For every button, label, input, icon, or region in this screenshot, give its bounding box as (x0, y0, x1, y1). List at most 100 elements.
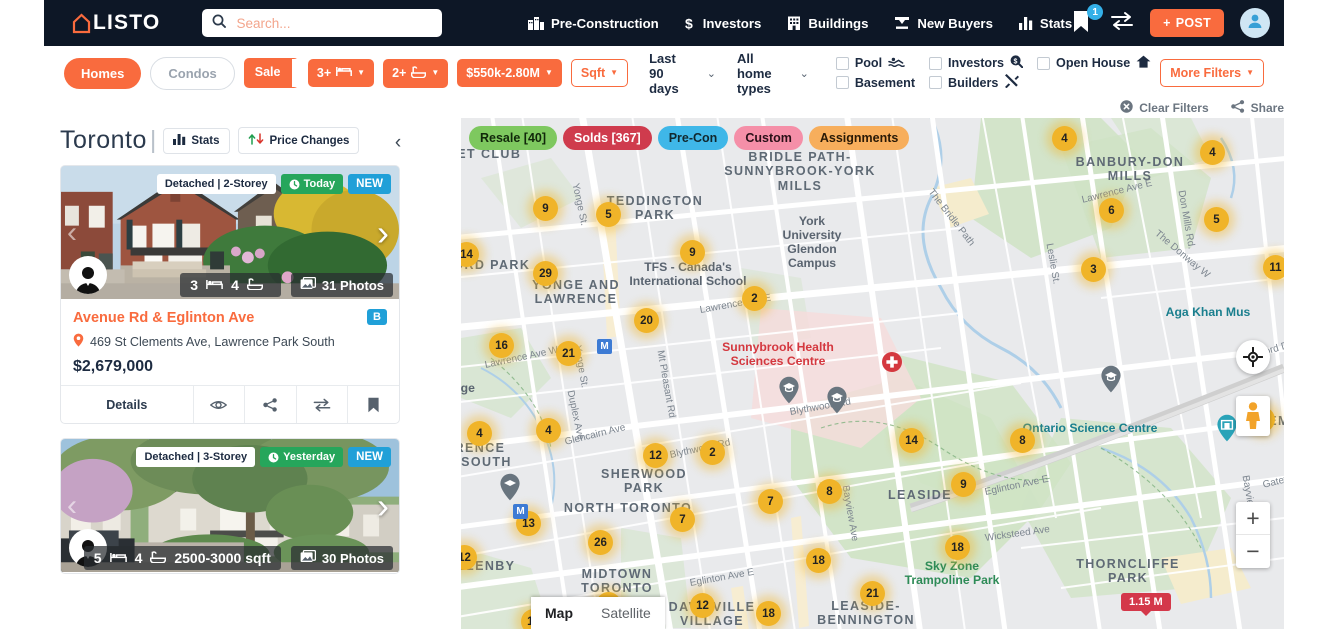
filter-homes[interactable]: Homes (64, 57, 142, 89)
filter-sale[interactable]: Sale (243, 58, 292, 88)
filter-lease[interactable]: Lease (291, 58, 299, 88)
checkbox-basement[interactable]: Basement (835, 74, 915, 91)
museum-pin-icon[interactable] (1216, 414, 1238, 442)
panel-price-changes-button[interactable]: Price Changes (237, 127, 360, 154)
subway-station-icon[interactable]: M (597, 339, 612, 354)
photo-next-button[interactable]: › (377, 215, 389, 251)
map-cluster-marker[interactable]: 5 (1204, 207, 1229, 232)
map-cluster-marker[interactable]: 3 (1081, 257, 1106, 282)
collapse-panel-button[interactable]: ‹ (385, 130, 411, 156)
map-type-map[interactable]: Map (531, 597, 587, 629)
map-cluster-marker[interactable]: 6 (1099, 198, 1124, 223)
legend-assignments[interactable]: Assignments (808, 126, 910, 150)
nav-item-new-buyers[interactable]: New Buyers (894, 16, 993, 31)
map-cluster-marker[interactable]: 29 (533, 261, 558, 286)
map-cluster-marker[interactable]: 20 (634, 308, 659, 333)
nav-item-investors[interactable]: $ Investors (685, 16, 762, 31)
photo-count[interactable]: 30 Photos (290, 546, 393, 570)
map-cluster-marker[interactable]: 8 (1010, 428, 1035, 453)
filter-bedrooms[interactable]: 3+ ▼ (307, 59, 375, 87)
map-cluster-marker[interactable]: 18 (806, 548, 831, 573)
clear-filters-button[interactable]: Clear Filters (1120, 100, 1209, 116)
street-view-pegman[interactable] (1236, 396, 1270, 436)
checkbox-pool[interactable]: Pool (835, 55, 915, 71)
view-button[interactable] (194, 386, 246, 423)
nav-item-pre-construction[interactable]: Pre-Construction (527, 16, 659, 31)
map-cluster-marker[interactable]: 7 (758, 489, 783, 514)
photo-prev-button[interactable]: ‹ (67, 491, 77, 521)
details-button[interactable]: Details (61, 386, 194, 423)
filter-sqft[interactable]: Sqft ▼ (570, 59, 629, 87)
post-button[interactable]: + POST (1150, 9, 1224, 37)
my-location-button[interactable] (1236, 340, 1270, 374)
nav-item-buildings[interactable]: Buildings (787, 16, 868, 31)
panel-stats-button[interactable]: Stats (163, 127, 230, 154)
map-type-satellite[interactable]: Satellite (587, 597, 665, 629)
more-filters-button[interactable]: More Filters ▼ (1160, 59, 1264, 87)
legend-resale[interactable]: Resale [40] (469, 126, 558, 150)
checkbox-builders[interactable]: Builders (929, 74, 1023, 91)
share-button[interactable]: Share (1230, 100, 1284, 116)
map-cluster-marker[interactable]: 4 (1200, 140, 1225, 165)
map-cluster-marker[interactable]: 9 (680, 240, 705, 265)
map-cluster-marker[interactable]: 21 (860, 581, 885, 606)
map-cluster-marker[interactable]: 11 (1263, 255, 1284, 280)
saved-bookmarks-button[interactable]: 1 (1072, 4, 1104, 36)
map-cluster-marker[interactable]: 2 (742, 286, 767, 311)
school-pin-icon[interactable] (826, 386, 848, 414)
school-pin-icon[interactable] (1100, 365, 1122, 393)
photo-prev-button[interactable]: ‹ (67, 218, 77, 248)
map-cluster-marker[interactable]: 7 (670, 507, 695, 532)
map-cluster-marker[interactable]: 8 (817, 479, 842, 504)
filter-price-range[interactable]: $550k-2.80M ▼ (457, 59, 562, 87)
map-cluster-marker[interactable]: 9 (533, 196, 558, 221)
map-cluster-marker[interactable]: 4 (1052, 126, 1077, 151)
legend-pre-con[interactable]: Pre-Con (657, 126, 729, 150)
share-listing-button[interactable] (245, 386, 297, 423)
map-cluster-marker[interactable]: 26 (588, 530, 613, 555)
listing-card[interactable]: Detached | 2-Storey Today NEW ‹ › 3 4 31… (60, 165, 400, 424)
legend-solds[interactable]: Solds [367] (563, 126, 652, 150)
filter-bathrooms[interactable]: 2+ ▼ (383, 58, 449, 88)
compare-button[interactable] (1110, 11, 1134, 36)
map-cluster-marker[interactable]: 4 (536, 418, 561, 443)
map-cluster-marker[interactable]: 16 (489, 333, 514, 358)
map-cluster-marker[interactable]: 5 (596, 202, 621, 227)
map-cluster-marker[interactable]: 12 (690, 593, 715, 618)
filter-date-range[interactable]: Last 90 days ⌄ (649, 51, 716, 96)
map-cluster-marker[interactable]: 4 (467, 421, 492, 446)
zoom-out-button[interactable]: − (1236, 535, 1270, 568)
map-cluster-marker[interactable]: 9 (951, 472, 976, 497)
photo-next-button[interactable]: › (377, 488, 389, 524)
hospital-marker-icon[interactable] (881, 351, 903, 373)
map-cluster-marker[interactable]: 18 (756, 601, 781, 626)
photo-count[interactable]: 31 Photos (290, 273, 393, 297)
map-price-tag[interactable]: 1.15 M (1121, 593, 1171, 616)
compare-listing-button[interactable] (297, 386, 349, 423)
zoom-in-button[interactable]: + (1236, 502, 1270, 535)
save-listing-button[interactable] (348, 386, 399, 423)
swimmer-icon (888, 56, 906, 70)
map-cluster-marker[interactable]: 2 (700, 440, 725, 465)
school-pin-icon[interactable] (778, 376, 800, 404)
filter-home-type[interactable]: All home types ⌄ (737, 51, 809, 96)
checkbox-open-house[interactable]: Open House (1037, 55, 1151, 71)
app-logo[interactable]: LISTO (72, 11, 160, 35)
college-pin-icon[interactable] (499, 473, 521, 501)
filter-condos[interactable]: Condos (150, 56, 235, 90)
map-view[interactable]: Resale [40] Solds [367] Pre-Con Custom A… (461, 118, 1284, 629)
map-cluster-marker[interactable]: 18 (945, 535, 970, 560)
listing-title[interactable]: Avenue Rd & Eglinton Ave (73, 310, 387, 326)
map-cluster-marker[interactable]: 21 (556, 341, 581, 366)
listing-card[interactable]: Detached | 3-Storey Yesterday NEW ‹ › 5 … (60, 438, 400, 574)
map-cluster-marker[interactable]: 12 (643, 443, 668, 468)
search-input[interactable]: Search... (202, 9, 442, 37)
checkbox-investors[interactable]: Investors $ (929, 55, 1024, 71)
legend-custom[interactable]: Custom (734, 126, 803, 150)
map-cluster-marker[interactable]: 14 (899, 428, 924, 453)
listing-photo[interactable]: Detached | 2-Storey Today NEW ‹ › 3 4 31… (61, 166, 399, 300)
subway-station-icon[interactable]: M (513, 504, 528, 519)
nav-item-stats[interactable]: Stats (1018, 16, 1072, 31)
user-avatar[interactable] (1240, 8, 1270, 38)
listing-photo[interactable]: Detached | 3-Storey Yesterday NEW ‹ › 5 … (61, 439, 399, 573)
